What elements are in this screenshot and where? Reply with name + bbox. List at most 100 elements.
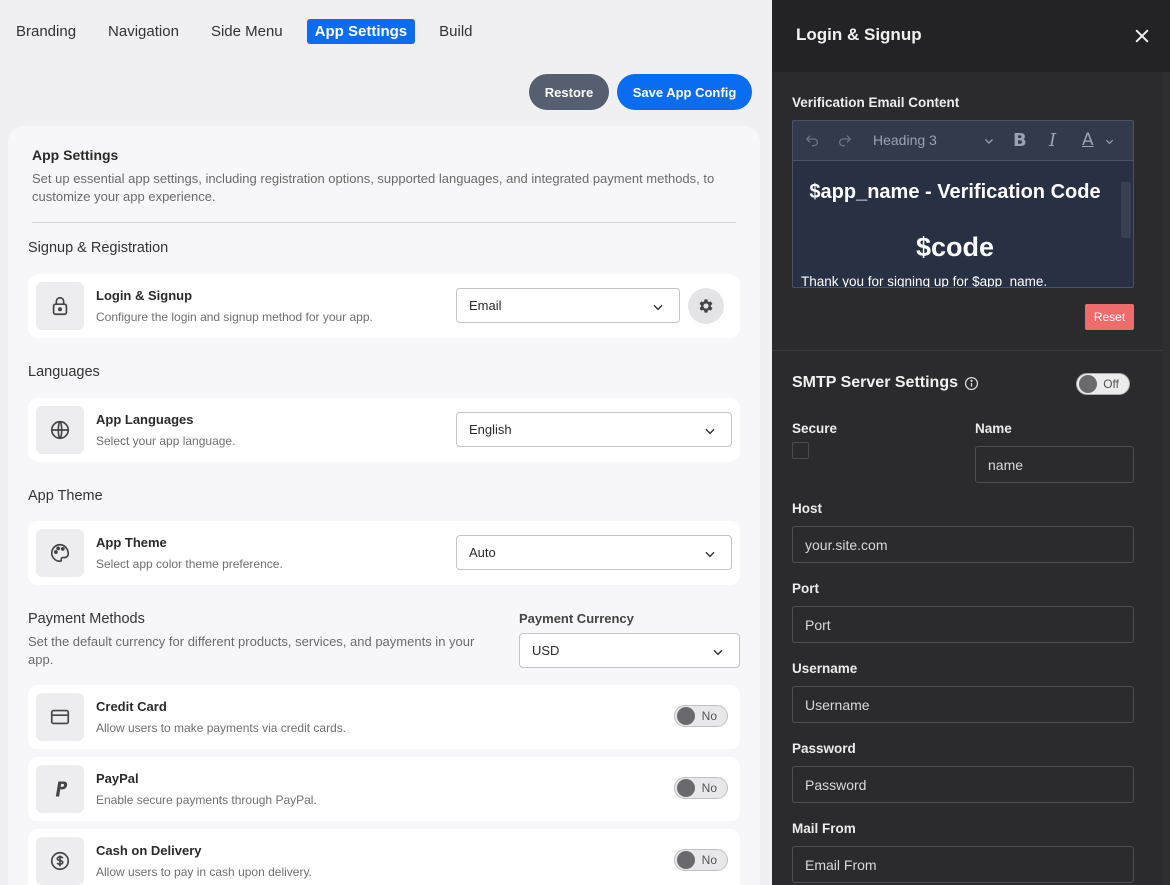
payment-method-card: PayPal Enable secure payments through Pa… bbox=[28, 757, 740, 821]
login-method-select[interactable]: Email bbox=[456, 288, 680, 323]
payment-method-desc: Enable secure payments through PayPal. bbox=[96, 793, 317, 807]
tab-bar: Branding Navigation Side Menu App Settin… bbox=[16, 19, 497, 44]
editor-toolbar: Heading 3 B I A bbox=[793, 121, 1133, 161]
divider bbox=[32, 222, 736, 223]
settings-page: Branding Navigation Side Menu App Settin… bbox=[0, 0, 772, 885]
email-editor[interactable]: Heading 3 B I A $app_name - Verification… bbox=[792, 120, 1134, 288]
payment-method-card: Cash on Delivery Allow users to pay in c… bbox=[28, 829, 740, 885]
login-method-value: Email bbox=[469, 298, 502, 313]
close-icon[interactable] bbox=[1132, 26, 1152, 46]
smtp-toggle[interactable]: Off bbox=[1076, 373, 1130, 395]
tab-branding[interactable]: Branding bbox=[16, 19, 84, 44]
chevron-down-icon bbox=[705, 428, 715, 435]
language-select[interactable]: English bbox=[456, 412, 732, 447]
editor-content[interactable]: $app_name - Verification Code $code Than… bbox=[793, 162, 1133, 288]
theme-value: Auto bbox=[469, 545, 496, 560]
payment-method-title: PayPal bbox=[96, 771, 139, 786]
divider bbox=[772, 350, 1162, 351]
login-signup-desc: Configure the login and signup method fo… bbox=[96, 310, 373, 324]
credit-card-icon bbox=[36, 693, 84, 741]
toggle-label: No bbox=[701, 781, 717, 795]
port-label: Port bbox=[792, 581, 819, 596]
paypal-toggle[interactable]: No bbox=[674, 777, 728, 799]
cash-on-delivery-toggle[interactable]: No bbox=[674, 849, 728, 871]
payment-heading: Payment Methods bbox=[28, 611, 145, 627]
tab-side-menu[interactable]: Side Menu bbox=[203, 19, 291, 44]
bold-icon[interactable]: B bbox=[1013, 130, 1027, 151]
app-languages-title: App Languages bbox=[96, 412, 194, 427]
section-title: App Settings bbox=[32, 147, 119, 163]
login-signup-drawer: Login & Signup Verification Email Conten… bbox=[772, 0, 1170, 885]
chevron-down-icon bbox=[705, 551, 715, 558]
email-code: $code bbox=[915, 232, 995, 262]
app-languages-desc: Select your app language. bbox=[96, 434, 236, 448]
port-input[interactable]: Port bbox=[792, 606, 1134, 643]
credit-card-toggle[interactable]: No bbox=[674, 705, 728, 727]
editor-scrollbar[interactable] bbox=[1121, 182, 1131, 238]
app-languages-card: App Languages Select your app language. … bbox=[28, 398, 740, 462]
host-label: Host bbox=[792, 501, 822, 516]
tab-navigation[interactable]: Navigation bbox=[100, 19, 187, 44]
redo-icon[interactable] bbox=[836, 133, 854, 149]
app-theme-desc: Select app color theme preference. bbox=[96, 557, 283, 571]
payment-method-title: Cash on Delivery bbox=[96, 843, 202, 858]
toggle-knob bbox=[677, 707, 695, 725]
save-app-config-button[interactable]: Save App Config bbox=[617, 74, 752, 110]
name-label: Name bbox=[975, 421, 1012, 436]
payment-desc: Set the default currency for different p… bbox=[28, 634, 475, 667]
tab-build[interactable]: Build bbox=[431, 19, 480, 44]
secure-label: Secure bbox=[792, 421, 838, 436]
login-signup-title: Login & Signup bbox=[96, 288, 193, 303]
verification-email-label: Verification Email Content bbox=[792, 95, 960, 110]
tab-app-settings[interactable]: App Settings bbox=[306, 19, 416, 44]
italic-icon[interactable]: I bbox=[1049, 130, 1056, 151]
reset-button[interactable]: Reset bbox=[1085, 304, 1134, 330]
payment-method-desc: Allow users to make payments via credit … bbox=[96, 721, 347, 735]
username-input[interactable]: Username bbox=[792, 686, 1134, 723]
toggle-label: No bbox=[701, 853, 717, 867]
chevron-down-icon bbox=[713, 649, 723, 656]
mail-from-input[interactable]: Email From bbox=[792, 846, 1134, 883]
globe-icon bbox=[36, 406, 84, 454]
password-input[interactable]: Password bbox=[792, 766, 1134, 803]
heading-style-select[interactable]: Heading 3 bbox=[873, 132, 937, 148]
email-body: Thank you for signing up for $app_name. bbox=[801, 274, 1048, 288]
toggle-label: Off bbox=[1103, 377, 1119, 391]
text-color-icon[interactable]: A bbox=[1082, 130, 1094, 150]
section-description: Set up essential app settings, including… bbox=[32, 171, 715, 204]
toggle-knob bbox=[1079, 375, 1097, 393]
email-heading: $app_name - Verification Code bbox=[809, 181, 1101, 203]
payment-method-card: Credit Card Allow users to make payments… bbox=[28, 685, 740, 749]
palette-icon bbox=[36, 529, 84, 577]
theme-select[interactable]: Auto bbox=[456, 535, 732, 570]
undo-icon[interactable] bbox=[803, 133, 821, 149]
drawer-title: Login & Signup bbox=[796, 25, 922, 44]
info-icon[interactable] bbox=[964, 376, 979, 391]
smtp-title-text: SMTP Server Settings bbox=[792, 374, 958, 391]
name-input[interactable]: name bbox=[975, 446, 1134, 483]
login-settings-button[interactable] bbox=[688, 288, 724, 324]
host-input[interactable]: your.site.com bbox=[792, 526, 1134, 563]
restore-button[interactable]: Restore bbox=[529, 74, 609, 110]
drawer-scrollbar[interactable] bbox=[1162, 72, 1170, 885]
mail-from-label: Mail From bbox=[792, 821, 856, 836]
signup-heading: Signup & Registration bbox=[28, 240, 169, 256]
app-theme-title: App Theme bbox=[96, 535, 167, 550]
toggle-label: No bbox=[701, 709, 717, 723]
payment-method-title: Credit Card bbox=[96, 699, 167, 714]
chevron-down-icon bbox=[1105, 139, 1114, 145]
currency-select[interactable]: USD bbox=[519, 633, 740, 668]
paypal-icon bbox=[36, 765, 84, 813]
languages-heading: Languages bbox=[28, 364, 100, 380]
dollar-coin-icon bbox=[36, 837, 84, 885]
chevron-down-icon bbox=[653, 304, 663, 311]
username-label: Username bbox=[792, 661, 858, 676]
payment-currency-label: Payment Currency bbox=[519, 611, 634, 626]
toggle-knob bbox=[677, 851, 695, 869]
lock-icon bbox=[36, 282, 84, 330]
chevron-down-icon bbox=[985, 139, 993, 144]
secure-checkbox[interactable] bbox=[792, 442, 809, 459]
smtp-title: SMTP Server Settings bbox=[792, 374, 979, 392]
payment-method-desc: Allow users to pay in cash upon delivery… bbox=[96, 865, 312, 879]
password-label: Password bbox=[792, 741, 856, 756]
